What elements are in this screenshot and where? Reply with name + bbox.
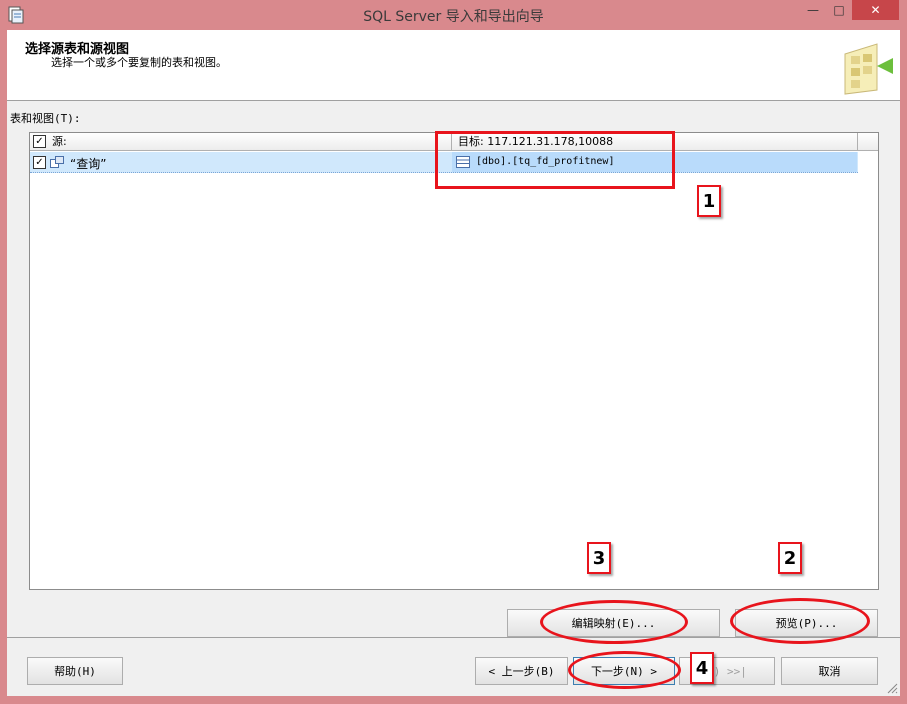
- minimize-icon: —: [807, 3, 819, 17]
- wizard-header: 选择源表和源视图 选择一个或多个要复制的表和视图。: [7, 30, 900, 101]
- back-button[interactable]: < 上一步(B): [475, 657, 568, 685]
- wizard-window: SQL Server 导入和导出向导 — □ ✕ 选择源表和源视图 选择一个或多…: [0, 0, 907, 704]
- wizard-graphic-icon: [844, 43, 893, 95]
- source-column-label: 源:: [52, 135, 67, 148]
- annotation-oval-preview: [730, 598, 870, 644]
- annotation-number: 3: [587, 542, 611, 574]
- annotation-oval-next: [568, 651, 681, 689]
- column-header-filler: [858, 133, 878, 151]
- row-source-name: “查询”: [70, 157, 107, 171]
- tables-grid[interactable]: ✓ 源: 目标: 117.121.31.178,10088 ✓ “查询” [db…: [29, 132, 879, 590]
- annotation-number: 4: [690, 652, 714, 684]
- annotation-oval-edit-mappings: [540, 600, 688, 644]
- maximize-icon: □: [833, 3, 845, 17]
- row-checkbox[interactable]: ✓: [33, 156, 46, 169]
- annotation-number: 1: [697, 185, 721, 217]
- resize-grip-icon[interactable]: [886, 682, 898, 694]
- maximize-button[interactable]: □: [826, 0, 852, 20]
- page-subtitle: 选择一个或多个要复制的表和视图。: [51, 56, 227, 69]
- cancel-button[interactable]: 取消: [781, 657, 878, 685]
- close-icon: ✕: [870, 3, 881, 17]
- minimize-button[interactable]: —: [800, 0, 826, 20]
- title-bar[interactable]: SQL Server 导入和导出向导 — □ ✕: [0, 0, 907, 30]
- query-icon: [50, 156, 64, 168]
- annotation-number: 2: [778, 542, 802, 574]
- close-button[interactable]: ✕: [852, 0, 899, 20]
- source-column-header[interactable]: ✓ 源:: [30, 133, 452, 151]
- tables-views-label: 表和视图(T):: [10, 112, 81, 125]
- wizard-client-area: 选择源表和源视图 选择一个或多个要复制的表和视图。 表和视图(T): ✓ 源: …: [7, 30, 900, 696]
- window-title: SQL Server 导入和导出向导: [363, 9, 544, 25]
- annotation-box-target: [435, 131, 675, 189]
- help-button[interactable]: 帮助(H): [27, 657, 123, 685]
- select-all-checkbox[interactable]: ✓: [33, 135, 46, 148]
- row-source-cell[interactable]: ✓ “查询”: [30, 152, 451, 172]
